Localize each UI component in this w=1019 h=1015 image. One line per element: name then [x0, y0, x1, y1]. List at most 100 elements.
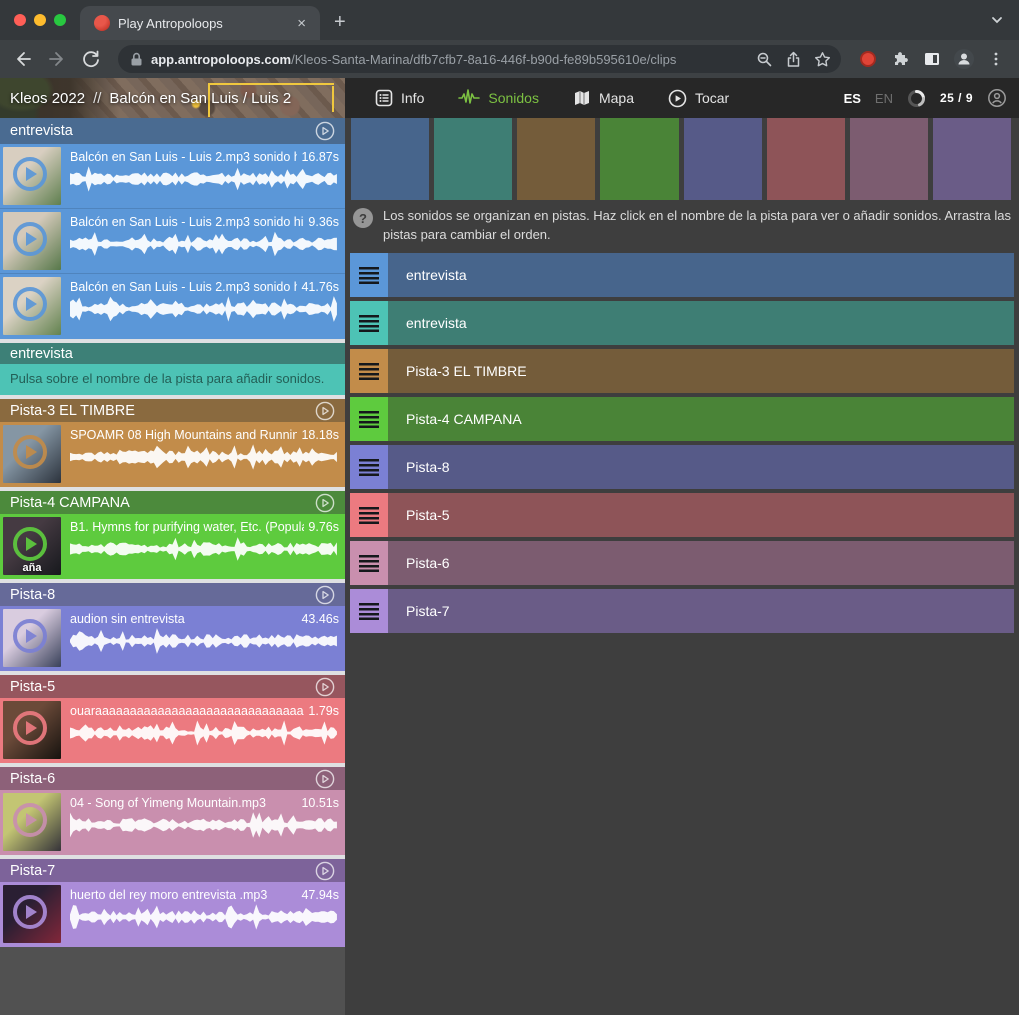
breadcrumb[interactable]: Kleos 2022 // Balcón en San Luis / Luis … [10, 78, 291, 118]
track-section-header[interactable]: entrevista [0, 118, 345, 144]
help-question-icon[interactable]: ? [353, 208, 373, 228]
track-section-header[interactable]: Pista-3 EL TIMBRE [0, 399, 345, 422]
browser-menu-dots-icon[interactable] [983, 46, 1009, 72]
side-panel-icon[interactable] [919, 46, 945, 72]
track-row[interactable]: entrevista [350, 253, 1014, 297]
account-icon[interactable] [987, 88, 1007, 108]
track-color-swatch[interactable] [684, 118, 762, 200]
clip-item[interactable]: Balcón en San Luis - Luis 2.mp3 sonido h… [0, 144, 345, 209]
track-play-button[interactable] [315, 769, 335, 789]
track-row-bar[interactable]: Pista-7 [388, 589, 1014, 633]
tab-info[interactable]: Info [361, 78, 438, 118]
track-color-swatch[interactable] [767, 118, 845, 200]
track-row-bar[interactable]: entrevista [388, 301, 1014, 345]
track-section-header[interactable]: Pista-6 [0, 767, 345, 790]
clip-item[interactable]: huerto del rey moro entrevista .mp347.94… [0, 882, 345, 947]
track-drag-handle[interactable] [350, 541, 388, 585]
track-row-bar[interactable]: Pista-8 [388, 445, 1014, 489]
lang-es-button[interactable]: ES [844, 91, 861, 106]
track-play-button[interactable] [315, 401, 335, 421]
tab-close-icon[interactable]: × [293, 14, 310, 33]
clip-item[interactable]: audion sin entrevista43.46s [0, 606, 345, 671]
clip-title-row: ouaraaaaaaaaaaaaaaaaaaaaaaaaaaaaaaaaaaaa… [70, 704, 339, 718]
clip-title-row: Balcón en San Luis - Luis 2.mp3 sonido h… [70, 150, 339, 164]
track-section-header[interactable]: Pista-4 CAMPANA [0, 491, 345, 514]
clip-item[interactable]: 04 - Song of Yimeng Mountain.mp310.51s [0, 790, 345, 855]
track-section-header[interactable]: Pista-8 [0, 583, 345, 606]
track-color-swatch[interactable] [600, 118, 678, 200]
track-row[interactable]: Pista-6 [350, 541, 1014, 585]
track-color-swatch[interactable] [351, 118, 429, 200]
track-play-button[interactable] [315, 861, 335, 881]
track-row-name: Pista-8 [406, 459, 450, 475]
track-color-swatch[interactable] [933, 118, 1011, 200]
track-section-header[interactable]: entrevista [0, 343, 345, 364]
browser-tab[interactable]: Play Antropoloops × [80, 6, 320, 40]
address-bar[interactable]: app.antropoloops.com/Kleos-Santa-Marina/… [118, 45, 841, 73]
window-close-button[interactable] [14, 14, 26, 26]
track-play-button[interactable] [315, 121, 335, 141]
bookmark-star-icon[interactable] [814, 51, 831, 68]
tab-sonidos[interactable]: Sonidos [444, 78, 553, 118]
clip-thumbnail[interactable] [3, 701, 61, 759]
track-color-swatch[interactable] [850, 118, 928, 200]
reload-button[interactable] [78, 46, 104, 72]
extensions-puzzle-icon[interactable] [887, 46, 913, 72]
clip-item[interactable]: Balcón en San Luis - Luis 2.mp3 sonido h… [0, 274, 345, 339]
track-drag-handle[interactable] [350, 397, 388, 441]
track-play-button[interactable] [315, 585, 335, 605]
track-section: Pista-7huerto del rey moro entrevista .m… [0, 859, 345, 947]
track-row[interactable]: Pista-4 CAMPANA [350, 397, 1014, 441]
lang-en-button[interactable]: EN [875, 91, 893, 106]
profile-avatar-icon[interactable] [951, 46, 977, 72]
track-drag-handle[interactable] [350, 589, 388, 633]
clip-item[interactable]: SPOAMR 08 High Mountains and Running ...… [0, 422, 345, 487]
share-icon[interactable] [785, 51, 802, 68]
tab-mapa[interactable]: Mapa [559, 78, 648, 118]
track-color-swatch[interactable] [517, 118, 595, 200]
tab-tocar[interactable]: Tocar [654, 78, 743, 118]
track-row-bar[interactable]: entrevista [388, 253, 1014, 297]
track-drag-handle[interactable] [350, 301, 388, 345]
track-row[interactable]: entrevista [350, 301, 1014, 345]
window-zoom-button[interactable] [54, 14, 66, 26]
clip-thumbnail[interactable] [3, 277, 61, 335]
track-row[interactable]: Pista-5 [350, 493, 1014, 537]
new-tab-button[interactable]: + [320, 12, 346, 40]
tab-search-chevron-icon[interactable] [989, 12, 1005, 28]
clip-thumbnail[interactable] [3, 609, 61, 667]
window-minimize-button[interactable] [34, 14, 46, 26]
clip-item[interactable]: Balcón en San Luis - Luis 2.mp3 sonido h… [0, 209, 345, 274]
track-row[interactable]: Pista-3 EL TIMBRE [350, 349, 1014, 393]
track-row[interactable]: Pista-8 [350, 445, 1014, 489]
track-row[interactable]: Pista-7 [350, 589, 1014, 633]
track-drag-handle[interactable] [350, 253, 388, 297]
track-section-header[interactable]: Pista-7 [0, 859, 345, 882]
track-row-bar[interactable]: Pista-6 [388, 541, 1014, 585]
breadcrumb-project[interactable]: Kleos 2022 [10, 90, 85, 107]
track-row-bar[interactable]: Pista-5 [388, 493, 1014, 537]
track-row-bar[interactable]: Pista-4 CAMPANA [388, 397, 1014, 441]
record-extension-icon[interactable] [855, 46, 881, 72]
clip-thumbnail[interactable] [3, 793, 61, 851]
clip-thumbnail[interactable] [3, 885, 61, 943]
track-row-bar[interactable]: Pista-3 EL TIMBRE [388, 349, 1014, 393]
track-row-name: entrevista [406, 267, 467, 283]
track-drag-handle[interactable] [350, 349, 388, 393]
clip-thumbnail[interactable] [3, 147, 61, 205]
track-section-header[interactable]: Pista-5 [0, 675, 345, 698]
track-play-button[interactable] [315, 493, 335, 513]
forward-button[interactable] [44, 46, 70, 72]
track-drag-handle[interactable] [350, 445, 388, 489]
track-color-swatch[interactable] [434, 118, 512, 200]
back-button[interactable] [10, 46, 36, 72]
clip-thumbnail[interactable] [3, 425, 61, 483]
clip-waveform [70, 231, 339, 257]
track-drag-handle[interactable] [350, 493, 388, 537]
clip-item[interactable]: añaB1. Hymns for purifying water, Etc. (… [0, 514, 345, 579]
clip-thumbnail[interactable]: aña [3, 517, 61, 575]
clip-thumbnail[interactable] [3, 212, 61, 270]
clip-item[interactable]: ouaraaaaaaaaaaaaaaaaaaaaaaaaaaaaaaaaaaaa… [0, 698, 345, 763]
track-play-button[interactable] [315, 677, 335, 697]
zoom-page-icon[interactable] [756, 51, 773, 68]
